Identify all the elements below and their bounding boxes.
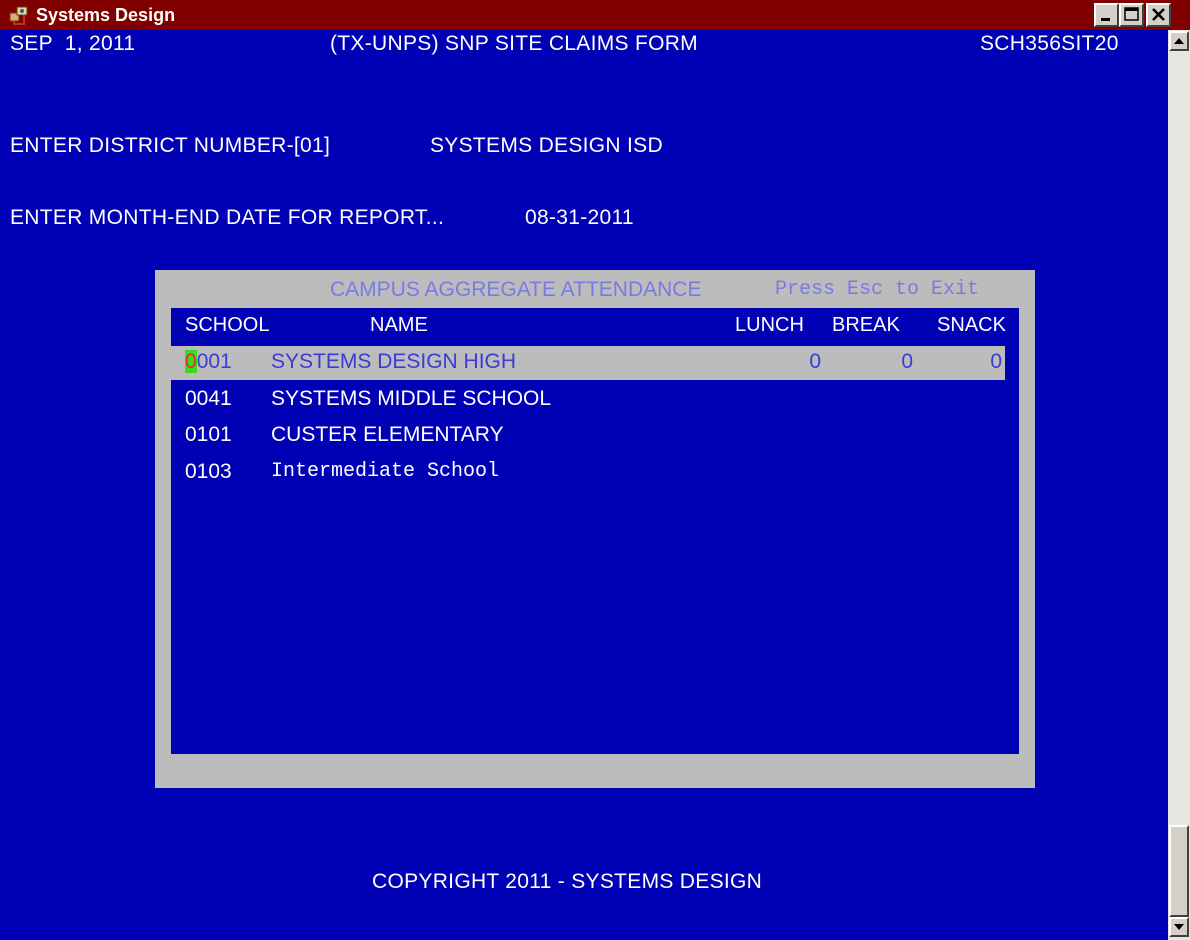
snack-value: 0 <box>990 350 1002 373</box>
school-code: 0103 <box>185 460 232 483</box>
school-code: 0041 <box>185 387 232 410</box>
col-header-snack: SNACK <box>937 314 1006 336</box>
cursor: 0 <box>185 350 197 373</box>
table-row[interactable]: 0101 CUSTER ELEMENTARY <box>171 419 1005 453</box>
close-button[interactable] <box>1146 3 1171 27</box>
school-name: SYSTEMS DESIGN HIGH <box>271 350 517 373</box>
vertical-scrollbar[interactable] <box>1168 30 1190 940</box>
copyright-text: COPYRIGHT 2011 - SYSTEMS DESIGN <box>372 870 763 893</box>
table-row[interactable]: 0001 SYSTEMS DESIGN HIGH 0 0 0 <box>171 346 1005 380</box>
scroll-down-button[interactable] <box>1169 917 1189 937</box>
maximize-button[interactable] <box>1119 3 1144 27</box>
program-id: SCH356SIT20 <box>980 32 1119 55</box>
screen-date: SEP 1, 2011 <box>10 32 136 55</box>
school-name: CUSTER ELEMENTARY <box>271 423 504 446</box>
popup-title: CAMPUS AGGREGATE ATTENDANCE <box>330 278 702 301</box>
minimize-icon <box>1101 18 1110 21</box>
title-bar[interactable]: Systems Design <box>0 0 1190 30</box>
minimize-button[interactable] <box>1094 3 1119 27</box>
school-code: 0001 <box>185 350 232 373</box>
break-value: 0 <box>901 350 913 373</box>
window-title: Systems Design <box>36 5 176 25</box>
scroll-up-button[interactable] <box>1169 31 1189 51</box>
month-end-prompt: ENTER MONTH-END DATE FOR REPORT... <box>10 206 445 229</box>
col-header-name: NAME <box>370 314 428 336</box>
month-end-date[interactable]: 08-31-2011 <box>525 206 634 230</box>
table-row[interactable]: 0103 Intermediate School <box>171 456 1005 490</box>
col-header-school: SCHOOL <box>185 314 270 336</box>
app-icon[interactable] <box>8 4 30 26</box>
district-prompt[interactable]: ENTER DISTRICT NUMBER-[01] <box>10 134 330 158</box>
school-name: SYSTEMS MIDDLE SCHOOL <box>271 387 552 410</box>
school-code: 0101 <box>185 423 232 446</box>
close-icon <box>1152 8 1165 21</box>
esc-hint: Press Esc to Exit <box>775 278 980 301</box>
form-title: (TX-UNPS) SNP SITE CLAIMS FORM <box>330 32 698 55</box>
school-name: Intermediate School <box>271 460 500 483</box>
district-name: SYSTEMS DESIGN ISD <box>430 134 663 157</box>
lunch-value: 0 <box>809 350 821 373</box>
col-header-lunch: LUNCH <box>735 314 804 336</box>
scroll-up-icon <box>1174 38 1184 44</box>
maximize-icon <box>1124 7 1139 21</box>
col-header-break: BREAK <box>832 314 900 336</box>
scroll-thumb[interactable] <box>1169 825 1189 917</box>
table-row[interactable]: 0041 SYSTEMS MIDDLE SCHOOL <box>171 383 1005 417</box>
scroll-down-icon <box>1174 924 1184 930</box>
campus-attendance-popup: CAMPUS AGGREGATE ATTENDANCE Press Esc to… <box>155 270 1035 788</box>
